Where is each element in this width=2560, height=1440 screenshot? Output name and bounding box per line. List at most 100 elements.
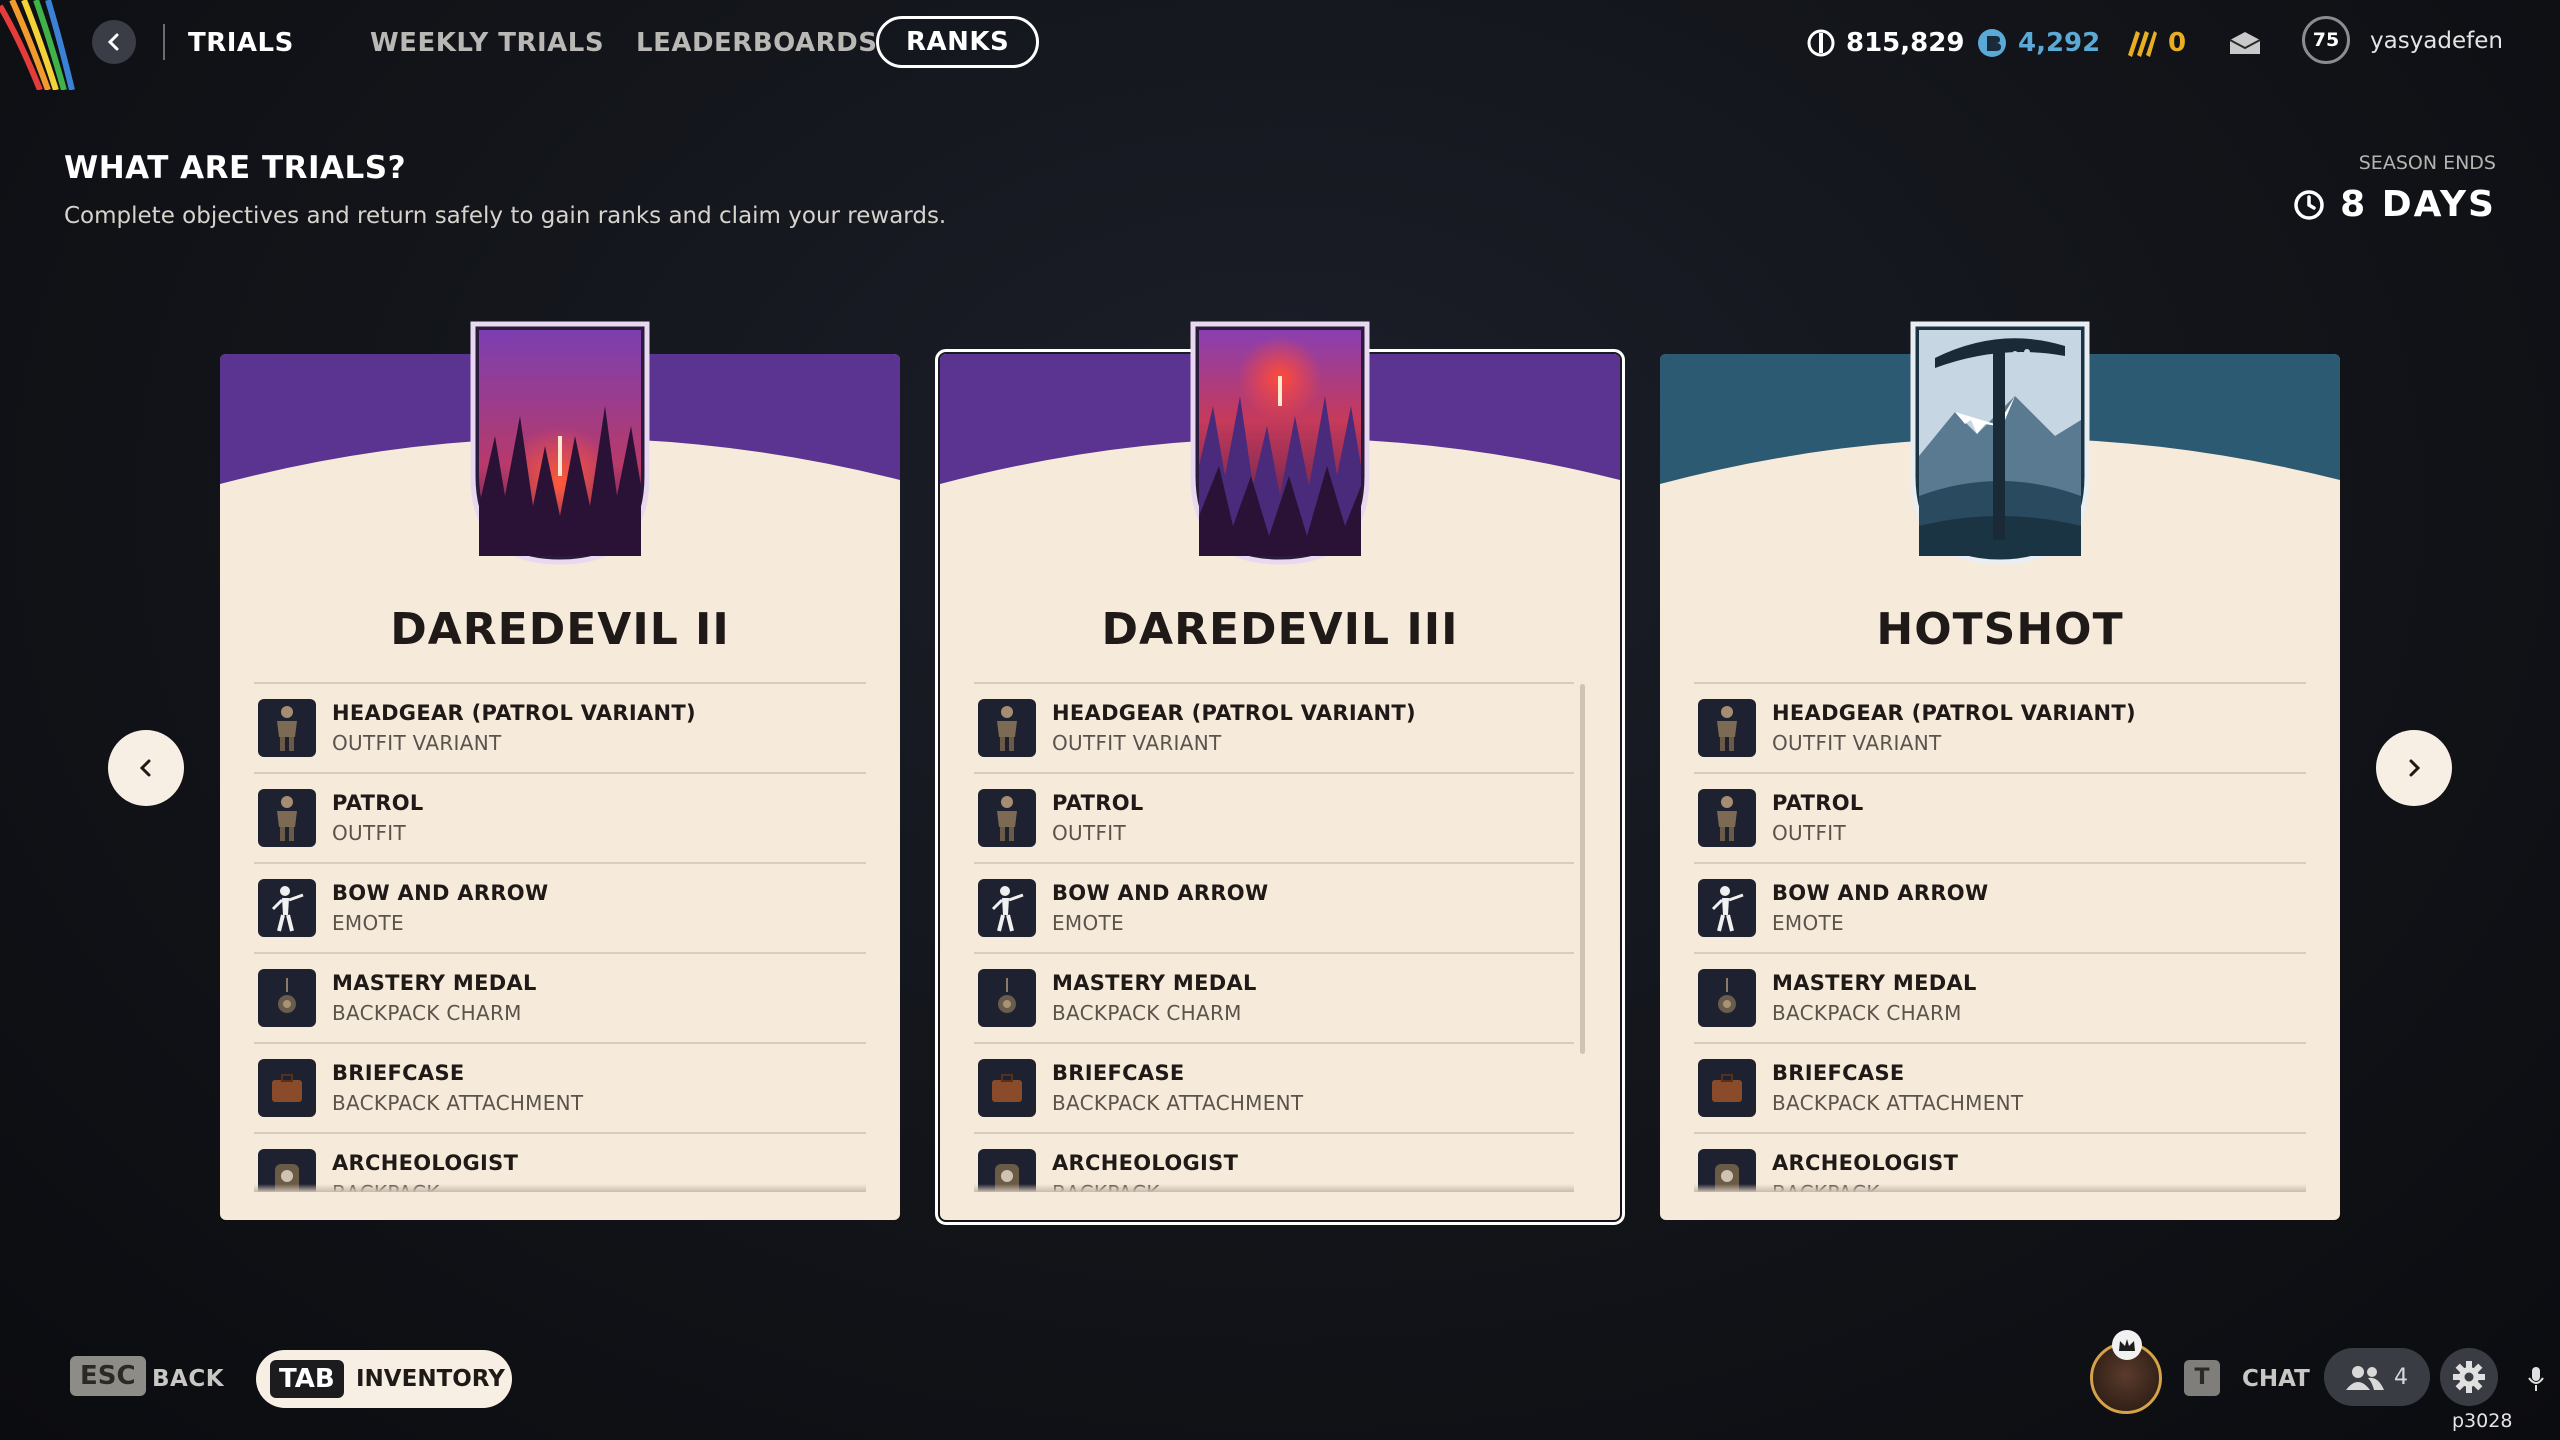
tab-ranks[interactable]: RANKS bbox=[876, 16, 1040, 68]
briefcase-icon bbox=[978, 1059, 1036, 1117]
reward-list[interactable]: HEADGEAR (PATROL VARIANT) OUTFIT VARIANT … bbox=[1694, 682, 2306, 1192]
currency-tokens: 4,292 bbox=[1976, 24, 2100, 62]
token-icon bbox=[1978, 29, 2006, 57]
reward-type: OUTFIT VARIANT bbox=[332, 731, 502, 755]
reward-item[interactable]: BOW AND ARROW EMOTE bbox=[974, 862, 1574, 952]
reward-name: PATROL bbox=[1052, 791, 1144, 815]
season-countdown: 8 DAYS bbox=[2292, 184, 2496, 225]
reward-item[interactable]: MASTERY MEDAL BACKPACK CHARM bbox=[974, 952, 1574, 1042]
list-fade bbox=[254, 1184, 866, 1192]
outfit-figure-icon bbox=[258, 699, 316, 757]
username[interactable]: yasyadefen bbox=[2370, 28, 2503, 54]
reward-item[interactable]: ARCHEOLOGISTBACKPACK bbox=[254, 1132, 866, 1192]
reward-name: PATROL bbox=[1772, 791, 1864, 815]
ticket-balance: 0 bbox=[2168, 28, 2187, 58]
microphone-icon[interactable] bbox=[2528, 1366, 2544, 1392]
hotshot-pickaxe-badge-icon bbox=[1910, 321, 2090, 565]
reward-name: HEADGEAR (PATROL VARIANT) bbox=[1772, 701, 2136, 725]
settings-button[interactable] bbox=[2440, 1348, 2498, 1406]
coin-icon bbox=[1807, 29, 1835, 57]
carousel-prev-button[interactable] bbox=[108, 730, 184, 806]
party-count-value: 4 bbox=[2394, 1364, 2408, 1390]
rank-title: HOTSHOT bbox=[1876, 604, 2124, 655]
reward-type: BACKPACK ATTACHMENT bbox=[1772, 1091, 2024, 1115]
reward-item[interactable]: BRIEFCASE BACKPACK ATTACHMENT bbox=[1694, 1042, 2306, 1132]
reward-name: MASTERY MEDAL bbox=[332, 971, 537, 995]
reward-item[interactable]: BRIEFCASE BACKPACK ATTACHMENT bbox=[254, 1042, 866, 1132]
outfit-figure-icon bbox=[978, 789, 1036, 847]
reward-item[interactable]: HEADGEAR (PATROL VARIANT) OUTFIT VARIANT bbox=[1694, 682, 2306, 772]
reward-item[interactable]: PATROL OUTFIT bbox=[254, 772, 866, 862]
reward-type: BACKPACK ATTACHMENT bbox=[1052, 1091, 1304, 1115]
esc-key-hint[interactable]: ESC bbox=[70, 1356, 146, 1396]
list-fade bbox=[1694, 1184, 2306, 1192]
reward-name: BRIEFCASE bbox=[332, 1061, 465, 1085]
reward-name: BOW AND ARROW bbox=[1772, 881, 1989, 905]
carousel-next-button[interactable] bbox=[2376, 730, 2452, 806]
briefcase-icon bbox=[1698, 1059, 1756, 1117]
rainbow-logo-icon bbox=[0, 0, 75, 90]
build-version: p3028 bbox=[2452, 1410, 2513, 1432]
emote-figure-icon bbox=[978, 879, 1036, 937]
reward-name: BOW AND ARROW bbox=[1052, 881, 1269, 905]
medal-charm-icon bbox=[1698, 969, 1756, 1027]
nav-divider bbox=[163, 24, 165, 60]
reward-item[interactable]: BOW AND ARROW EMOTE bbox=[1694, 862, 2306, 952]
back-label[interactable]: BACK bbox=[152, 1366, 224, 1392]
reward-name: BRIEFCASE bbox=[1772, 1061, 1905, 1085]
outfit-figure-icon bbox=[1698, 699, 1756, 757]
top-bar: TRIALS WEEKLY TRIALS LEADERBOARDS RANKS … bbox=[0, 0, 2560, 90]
emote-figure-icon bbox=[1698, 879, 1756, 937]
reward-item[interactable]: BOW AND ARROW EMOTE bbox=[254, 862, 866, 952]
tab-leaderboards[interactable]: LEADERBOARDS bbox=[636, 26, 878, 60]
reward-item[interactable]: PATROL OUTFIT bbox=[974, 772, 1574, 862]
reward-item[interactable]: MASTERY MEDAL BACKPACK CHARM bbox=[254, 952, 866, 1042]
mail-icon[interactable] bbox=[2228, 30, 2262, 56]
reward-item[interactable]: HEADGEAR (PATROL VARIANT) OUTFIT VARIANT bbox=[974, 682, 1574, 772]
reward-type: OUTFIT VARIANT bbox=[1052, 731, 1222, 755]
tab-trials[interactable]: TRIALS bbox=[188, 26, 294, 60]
daredevil-forest-badge-icon bbox=[470, 321, 650, 565]
medal-charm-icon bbox=[978, 969, 1036, 1027]
reward-item[interactable]: HEADGEAR (PATROL VARIANT) OUTFIT VARIANT bbox=[254, 682, 866, 772]
page-title: WHAT ARE TRIALS? bbox=[64, 150, 407, 186]
chat-label[interactable]: CHAT bbox=[2242, 1366, 2310, 1392]
emote-figure-icon bbox=[258, 879, 316, 937]
reward-item[interactable]: ARCHEOLOGISTBACKPACK bbox=[1694, 1132, 2306, 1192]
chat-key-hint[interactable]: T bbox=[2184, 1360, 2220, 1396]
rank-title: DAREDEVIL II bbox=[390, 604, 730, 655]
reward-name: ARCHEOLOGIST bbox=[1052, 1151, 1239, 1175]
season-ends-label: SEASON ENDS bbox=[2358, 152, 2496, 174]
chevron-left-icon bbox=[139, 759, 151, 777]
reward-type: OUTFIT VARIANT bbox=[1772, 731, 1942, 755]
chevron-right-icon bbox=[2409, 759, 2421, 777]
list-fade bbox=[974, 1184, 1574, 1192]
reward-name: BRIEFCASE bbox=[1052, 1061, 1185, 1085]
reward-list[interactable]: HEADGEAR (PATROL VARIANT) OUTFIT VARIANT … bbox=[974, 682, 1574, 1192]
back-arrow-button[interactable] bbox=[92, 20, 136, 64]
page-description: Complete objectives and return safely to… bbox=[64, 203, 947, 229]
chevron-left-icon bbox=[107, 33, 119, 51]
reward-list-scrollbar[interactable] bbox=[1580, 684, 1585, 1054]
reward-type: BACKPACK CHARM bbox=[1772, 1001, 1962, 1025]
outfit-figure-icon bbox=[978, 699, 1036, 757]
party-members-button[interactable]: 4 bbox=[2324, 1348, 2430, 1406]
reward-item[interactable]: PATROL OUTFIT bbox=[1694, 772, 2306, 862]
tab-key-hint: TAB bbox=[270, 1360, 344, 1398]
token-balance: 4,292 bbox=[2018, 28, 2101, 58]
reward-type: EMOTE bbox=[1052, 911, 1124, 935]
reward-list[interactable]: HEADGEAR (PATROL VARIANT) OUTFIT VARIANT … bbox=[254, 682, 866, 1192]
tab-weekly-trials[interactable]: WEEKLY TRIALS bbox=[370, 26, 604, 60]
inventory-button[interactable]: TAB INVENTORY bbox=[256, 1350, 512, 1408]
reward-item[interactable]: MASTERY MEDAL BACKPACK CHARM bbox=[1694, 952, 2306, 1042]
reward-type: OUTFIT bbox=[1772, 821, 1847, 845]
daredevil-forest-badge-icon bbox=[1190, 321, 1370, 565]
reward-type: OUTFIT bbox=[1052, 821, 1127, 845]
reward-type: EMOTE bbox=[332, 911, 404, 935]
reward-name: HEADGEAR (PATROL VARIANT) bbox=[1052, 701, 1416, 725]
player-level-badge[interactable]: 75 bbox=[2302, 16, 2350, 64]
reward-name: MASTERY MEDAL bbox=[1052, 971, 1257, 995]
reward-item[interactable]: BRIEFCASE BACKPACK ATTACHMENT bbox=[974, 1042, 1574, 1132]
currency-coins: 815,829 bbox=[1806, 24, 1964, 62]
reward-item[interactable]: ARCHEOLOGISTBACKPACK bbox=[974, 1132, 1574, 1192]
